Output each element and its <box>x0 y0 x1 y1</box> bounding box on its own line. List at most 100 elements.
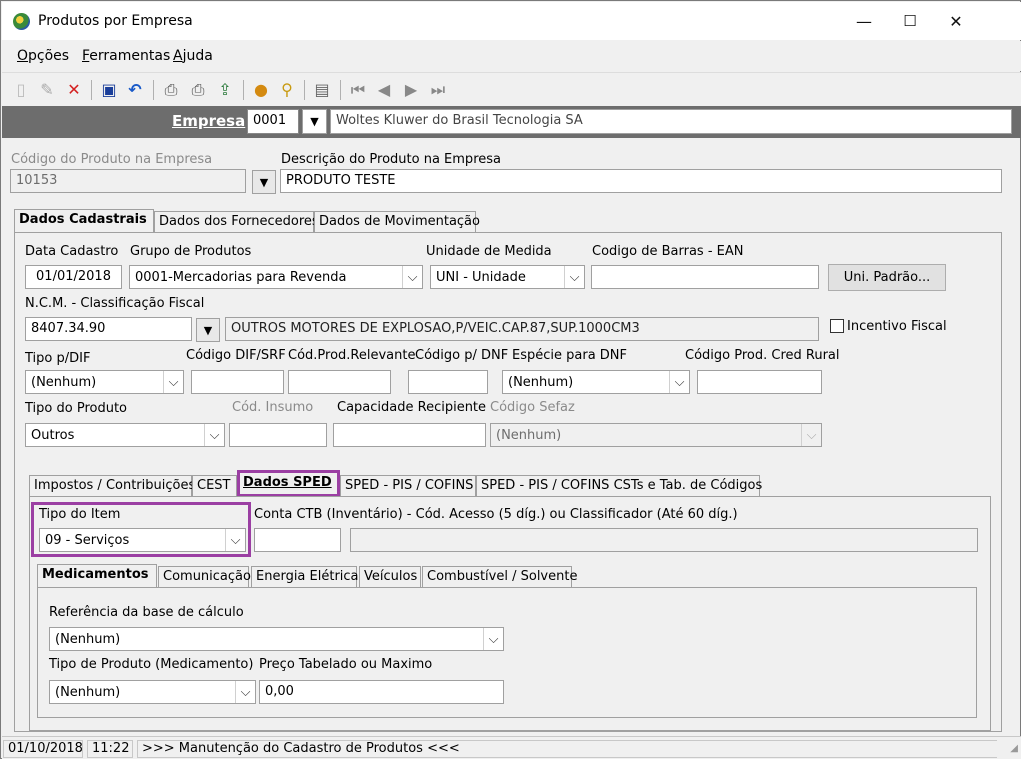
menu-ajuda[interactable]: Ajuda <box>173 48 213 64</box>
lookup-icon[interactable]: ● <box>251 80 271 100</box>
capacidade-input[interactable] <box>333 423 486 447</box>
main-window: Produtos por Empresa — ☐ ✕ Opções Ferram… <box>0 0 1021 759</box>
unidade-medida-select[interactable]: UNI - Unidade ⌵ <box>430 265 585 289</box>
unidade-medida-label: Unidade de Medida <box>426 244 552 259</box>
incentivo-fiscal-checkbox[interactable] <box>830 319 844 333</box>
chevron-down-icon: ⌵ <box>669 371 689 393</box>
cod-relevante-input[interactable] <box>288 370 391 394</box>
menu-opcoes[interactable]: Opções <box>17 48 69 64</box>
tab-combustivel[interactable]: Combustível / Solvente <box>422 566 577 588</box>
cod-dnf-input[interactable] <box>408 370 488 394</box>
cod-insumo-input[interactable] <box>229 423 327 447</box>
uni-padrao-button[interactable]: Uni. Padrão... <box>828 264 946 291</box>
tab-energia-eletrica[interactable]: Energia Elétrica <box>251 566 359 588</box>
chevron-down-icon: ⌵ <box>564 266 584 288</box>
edit-icon[interactable]: ✎ <box>37 80 57 100</box>
tipo-item-label: Tipo do Item <box>39 507 121 522</box>
cod-insumo-label: Cód. Insumo <box>232 400 314 415</box>
save-icon[interactable]: ▣ <box>99 80 119 100</box>
chevron-down-icon: ⌵ <box>225 529 245 551</box>
tab-sped-pis-cofins[interactable]: SPED - PIS / COFINS <box>340 475 476 497</box>
app-icon <box>13 13 30 30</box>
status-bar: 01/10/2018 11:22 >>> Manutenção do Cadas… <box>2 736 1021 759</box>
prev-record-icon[interactable]: ◀ <box>374 80 394 100</box>
ncm-desc-field: OUTROS MOTORES DE EXPLOSAO,P/VEIC.CAP.87… <box>225 317 819 341</box>
conta-ctb-label: Conta CTB (Inventário) - Cód. Acesso (5 … <box>254 507 738 522</box>
conta-ctb-input[interactable] <box>254 528 341 552</box>
capacidade-label: Capacidade Recipiente <box>337 400 487 415</box>
empresa-name-field: Woltes Kluwer do Brasil Tecnologia SA <box>330 109 1012 134</box>
ncm-label: N.C.M. - Classificação Fiscal <box>25 296 205 311</box>
tab-dados-movimentacao[interactable]: Dados de Movimentação <box>314 211 480 233</box>
cod-cred-rural-label: Código Prod. Cred Rural <box>685 348 840 363</box>
next-record-icon[interactable]: ▶ <box>401 80 421 100</box>
tipo-produto-select[interactable]: Outros ⌵ <box>25 423 225 447</box>
last-record-icon[interactable]: ⏭ <box>428 80 448 100</box>
product-dropdown-button[interactable]: ▼ <box>252 170 276 194</box>
delete-icon[interactable]: ✕ <box>64 80 84 100</box>
chevron-down-icon: ⌵ <box>204 424 224 446</box>
menu-ferramentas[interactable]: Ferramentas <box>82 48 170 64</box>
tab-veiculos[interactable]: Veículos <box>359 566 421 588</box>
product-desc-label: Descrição do Produto na Empresa <box>281 152 501 167</box>
preco-label: Preço Tabelado ou Maximo <box>259 657 433 672</box>
print-preview-icon[interactable]: ⎙ <box>188 80 208 100</box>
tipo-medicamento-label: Tipo de Produto (Medicamento) <box>49 657 254 672</box>
maximize-button[interactable]: ☐ <box>887 3 933 39</box>
tab-comunicacao[interactable]: Comunicação <box>158 566 251 588</box>
new-icon[interactable]: ▯ <box>11 80 31 100</box>
incentivo-fiscal-label: Incentivo Fiscal <box>847 319 947 334</box>
conta-ctb-desc-field <box>350 528 978 552</box>
tipo-dif-select[interactable]: (Nenhum) ⌵ <box>25 370 184 394</box>
preco-input[interactable]: 0,00 <box>259 680 504 704</box>
tipo-medicamento-select[interactable]: (Nenhum) ⌵ <box>49 680 256 704</box>
tipo-dif-label: Tipo p/DIF <box>25 351 91 366</box>
tab-dados-cadastrais[interactable]: Dados Cadastrais <box>14 209 154 233</box>
empresa-bar: Empresa 0001 ▼ Woltes Kluwer do Brasil T… <box>2 106 1021 138</box>
tipo-produto-label: Tipo do Produto <box>25 401 127 416</box>
chevron-down-icon: ⌵ <box>235 681 255 703</box>
tab-sped-csts[interactable]: SPED - PIS / COFINS CSTs e Tab. de Códig… <box>476 475 762 497</box>
search-icon[interactable]: ⚲ <box>277 80 297 100</box>
product-code-input[interactable]: 10153 <box>10 169 246 193</box>
cod-relevante-label: Cód.Prod.Relevante <box>288 348 416 363</box>
tab-impostos[interactable]: Impostos / Contribuições <box>29 475 195 497</box>
empresa-dropdown-button[interactable]: ▼ <box>302 109 327 134</box>
tab-cest[interactable]: CEST <box>192 475 237 497</box>
tab-medicamentos[interactable]: Medicamentos <box>37 564 157 588</box>
product-desc-input[interactable]: PRODUTO TESTE <box>280 169 1002 193</box>
grupo-produtos-label: Grupo de Produtos <box>130 244 252 259</box>
resize-grip-icon[interactable]: ◢ <box>1010 743 1018 754</box>
tab-dados-fornecedores[interactable]: Dados dos Fornecedores <box>154 211 319 233</box>
grupo-produtos-select[interactable]: 0001-Mercadorias para Revenda ⌵ <box>129 265 423 289</box>
cod-dnf-label: Código p/ DNF <box>415 348 509 363</box>
tipo-item-select[interactable]: 09 - Serviços ⌵ <box>39 528 246 552</box>
toolbar: ▯ ✎ ✕ ▣ ↶ ⎙ ⎙ ⇪ ● ⚲ ▤ ⏮ ◀ ▶ ⏭ <box>2 72 1021 106</box>
status-time: 11:22 <box>87 740 133 758</box>
title-bar: Produtos por Empresa — ☐ ✕ <box>2 2 1021 40</box>
menu-bar: Opções Ferramentas Ajuda <box>2 41 1021 71</box>
ncm-input[interactable]: 8407.34.90 <box>25 317 192 341</box>
cod-cred-rural-input[interactable] <box>697 370 822 394</box>
empresa-label: Empresa <box>172 112 246 130</box>
export-icon[interactable]: ⇪ <box>215 80 235 100</box>
especie-dnf-select[interactable]: (Nenhum) ⌵ <box>502 370 690 394</box>
close-button[interactable]: ✕ <box>933 3 979 39</box>
empresa-code-input[interactable]: 0001 <box>247 109 299 134</box>
ref-base-select[interactable]: (Nenhum) ⌵ <box>49 627 504 651</box>
ref-base-label: Referência da base de cálculo <box>49 605 244 620</box>
sefaz-label: Código Sefaz <box>490 400 575 415</box>
cod-dif-input[interactable] <box>191 370 284 394</box>
status-date: 01/10/2018 <box>3 740 83 758</box>
sefaz-select[interactable]: (Nenhum) ⌵ <box>490 423 822 447</box>
data-cadastro-input[interactable]: 01/01/2018 <box>25 265 122 289</box>
first-record-icon[interactable]: ⏮ <box>348 80 368 100</box>
undo-icon[interactable]: ↶ <box>125 80 145 100</box>
ncm-dropdown-button[interactable]: ▼ <box>196 318 220 342</box>
especie-dnf-label: Espécie para DNF <box>512 348 628 363</box>
cod-dif-label: Código DIF/SRF <box>186 348 286 363</box>
print-icon[interactable]: ⎙ <box>161 80 181 100</box>
ean-input[interactable] <box>591 265 819 289</box>
config-icon[interactable]: ▤ <box>312 80 332 100</box>
minimize-button[interactable]: — <box>841 3 887 39</box>
